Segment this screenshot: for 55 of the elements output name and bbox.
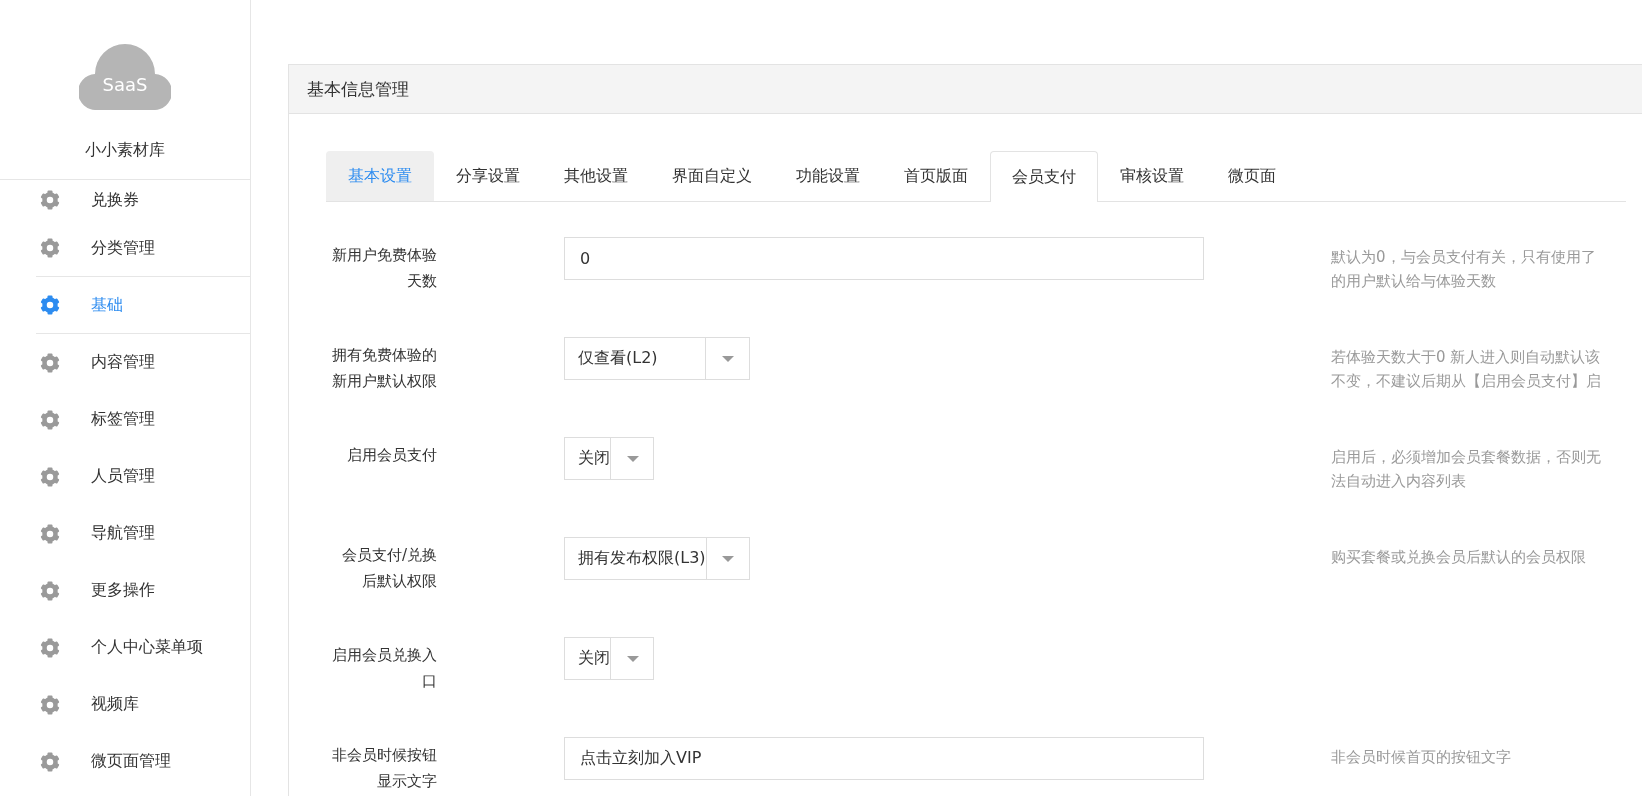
tab[interactable]: 分享设置 [434, 151, 542, 201]
sidebar-item[interactable]: 更多操作 [0, 562, 250, 619]
tab[interactable]: 其他设置 [542, 151, 650, 201]
brand-name: 小小素材库 [85, 140, 165, 161]
caret-icon [626, 455, 639, 462]
caret-icon [722, 555, 735, 562]
select-field[interactable]: 拥有发布权限(L3) [564, 537, 750, 580]
select-field[interactable]: 关闭 [564, 637, 654, 680]
sidebar-item[interactable]: 兑换券 [0, 180, 250, 220]
sidebar-item[interactable]: 微页面管理 [0, 733, 250, 790]
field-hint: 若体验天数大于0 新人进入则自动默认该 不变，不建议后期从【启用会员支付】启 [1331, 347, 1602, 392]
select-field[interactable]: 关闭 [564, 437, 654, 480]
field-hint: 启用后，必须增加会员套餐数据，否则无 法自动进入内容列表 [1331, 447, 1602, 492]
field-hint: 购买套餐或兑换会员后默认的会员权限 [1331, 547, 1587, 568]
text-field[interactable]: 0 [564, 237, 1204, 280]
sidebar-item[interactable]: 导航管理 [0, 505, 250, 562]
gear-icon [39, 522, 61, 545]
gear-icon [39, 189, 61, 211]
logo-text: SaaS [101, 74, 149, 96]
gear-icon [39, 465, 61, 488]
gear-icon [39, 750, 61, 773]
gear-icon [39, 294, 61, 316]
sidebar-item[interactable]: 分类管理 [36, 220, 250, 277]
caret-icon [626, 655, 639, 662]
sidebar-item[interactable]: 内容管理 [0, 334, 250, 391]
field-label: 新用户免费体验 天数 [331, 245, 437, 292]
sidebar-item[interactable]: 基础 [36, 277, 250, 334]
field-hint: 非会员时候首页的按钮文字 [1331, 747, 1512, 768]
gear-icon [39, 693, 61, 716]
select-field[interactable]: 仅查看(L2) [564, 337, 750, 380]
sidebar-item[interactable]: 标签管理 [0, 391, 250, 448]
tab[interactable]: 审核设置 [1098, 151, 1206, 201]
gear-icon [39, 408, 61, 431]
field-label: 非会员时候按钮 显示文字 [331, 745, 437, 792]
field-label: 会员支付/兑换 后默认权限 [340, 545, 437, 592]
tab[interactable]: 微页面 [1206, 151, 1298, 201]
gear-icon [39, 636, 61, 659]
gear-icon [39, 351, 61, 374]
tab[interactable]: 功能设置 [774, 151, 882, 201]
field-hint: 默认为0，与会员支付有关，只有使用了 的用户默认给与体验天数 [1331, 247, 1597, 292]
field-label: 启用会员兑换入 口 [331, 645, 437, 692]
tab[interactable]: 首页版面 [882, 151, 990, 201]
text-field[interactable]: 点击立刻加入VIP [564, 737, 1204, 780]
sidebar-item[interactable]: 视频库 [0, 676, 250, 733]
caret-icon [721, 355, 734, 362]
field-label: 启用会员支付 [346, 445, 437, 466]
tab[interactable]: 界面自定义 [650, 151, 774, 201]
gear-icon [39, 237, 61, 259]
sidebar-item[interactable]: 个人中心菜单项 [0, 619, 250, 676]
panel-title: 基本信息管理 [289, 65, 1642, 114]
sidebar-item[interactable]: 人员管理 [0, 448, 250, 505]
field-label: 拥有免费体验的 新用户默认权限 [331, 345, 437, 392]
tab[interactable]: 会员支付 [990, 151, 1098, 202]
cloud-icon [79, 42, 171, 110]
gear-icon [39, 579, 61, 602]
